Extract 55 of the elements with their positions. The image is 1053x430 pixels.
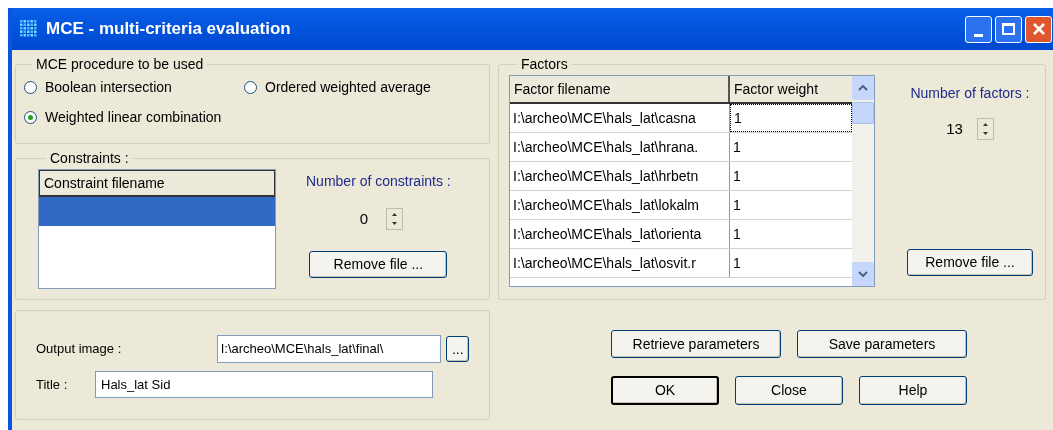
spin-button[interactable] xyxy=(976,118,994,141)
group-label: Constraints : xyxy=(49,149,130,168)
count-label: Number of constraints : xyxy=(306,172,451,191)
table-cell: I:\archeo\MCE\hals_lat\osvit.r xyxy=(510,249,730,277)
output-image-label: Output image : xyxy=(36,340,123,359)
table-cell: I:\archeo\MCE\hals_lat\orienta xyxy=(510,220,730,248)
remove-file-button[interactable]: Remove file ... xyxy=(309,250,448,278)
parameter-button[interactable]: Retrieve parameters xyxy=(611,330,781,358)
scroll-bar[interactable] xyxy=(852,76,874,286)
constraint-list[interactable]: Constraint filename xyxy=(38,169,276,289)
maximize-button[interactable] xyxy=(995,15,1022,43)
minimize-button[interactable] xyxy=(965,15,992,43)
count-label: Number of factors : xyxy=(910,84,1030,103)
dialog-button[interactable]: OK xyxy=(611,376,719,405)
app-icon xyxy=(20,20,38,38)
scroll-thumb[interactable] xyxy=(852,102,874,124)
close-button[interactable] xyxy=(1025,15,1052,43)
chevron-down-icon[interactable] xyxy=(858,271,868,277)
radio-button[interactable] xyxy=(24,111,37,124)
spin-button[interactable] xyxy=(386,208,404,231)
close-icon[interactable] xyxy=(1031,22,1046,36)
table-cell: I:\archeo\MCE\hals_lat\casna xyxy=(510,104,730,132)
column-header[interactable]: Factor weight xyxy=(730,76,852,102)
column-header[interactable]: Factor filename xyxy=(510,76,730,102)
table-cell: I:\archeo\MCE\hals_lat\hrbetn xyxy=(510,162,730,190)
radio-label[interactable]: Weighted linear combination xyxy=(45,107,222,128)
parameter-button[interactable]: Save parameters xyxy=(797,330,967,358)
scroll-down-button[interactable] xyxy=(852,262,874,286)
dialog-button[interactable]: Help xyxy=(859,376,967,405)
table-cell[interactable]: 1 xyxy=(730,133,852,161)
remove-file-button[interactable]: Remove file ... xyxy=(907,248,1033,276)
title-label: Title : xyxy=(36,375,69,394)
group-label: Factors xyxy=(520,55,569,74)
radio-button[interactable] xyxy=(244,81,257,94)
table-cell[interactable]: 1 xyxy=(730,220,852,248)
table-cell[interactable]: 1 xyxy=(730,191,852,219)
chevron-up-icon[interactable] xyxy=(858,85,868,91)
radio-label[interactable]: Boolean intersection xyxy=(45,77,172,98)
browse-button[interactable]: ... xyxy=(446,336,469,362)
table-cell: I:\archeo\MCE\hals_lat\hrana. xyxy=(510,133,730,161)
radio-label[interactable]: Ordered weighted average xyxy=(265,77,431,98)
title-field[interactable]: Hals_lat Sid xyxy=(95,371,433,398)
window-title: MCE - multi-criteria evaluation xyxy=(46,18,291,41)
group-label: MCE procedure to be used xyxy=(35,55,205,74)
output-image-field[interactable]: I:\archeo\MCE\hals_lat\final\ xyxy=(216,335,442,363)
factor-table[interactable] xyxy=(509,75,875,287)
count-value: 0 xyxy=(359,209,369,229)
scroll-up-button[interactable] xyxy=(852,76,874,100)
count-value: 13 xyxy=(946,119,963,139)
table-cell[interactable]: 1 xyxy=(730,162,852,190)
radio-button[interactable] xyxy=(24,81,37,94)
table-cell[interactable]: 1 xyxy=(730,249,852,277)
column-header[interactable]: Constraint filename xyxy=(39,170,275,197)
table-cell: I:\archeo\MCE\hals_lat\lokalm xyxy=(510,191,730,219)
dialog-button[interactable]: Close xyxy=(735,376,843,405)
